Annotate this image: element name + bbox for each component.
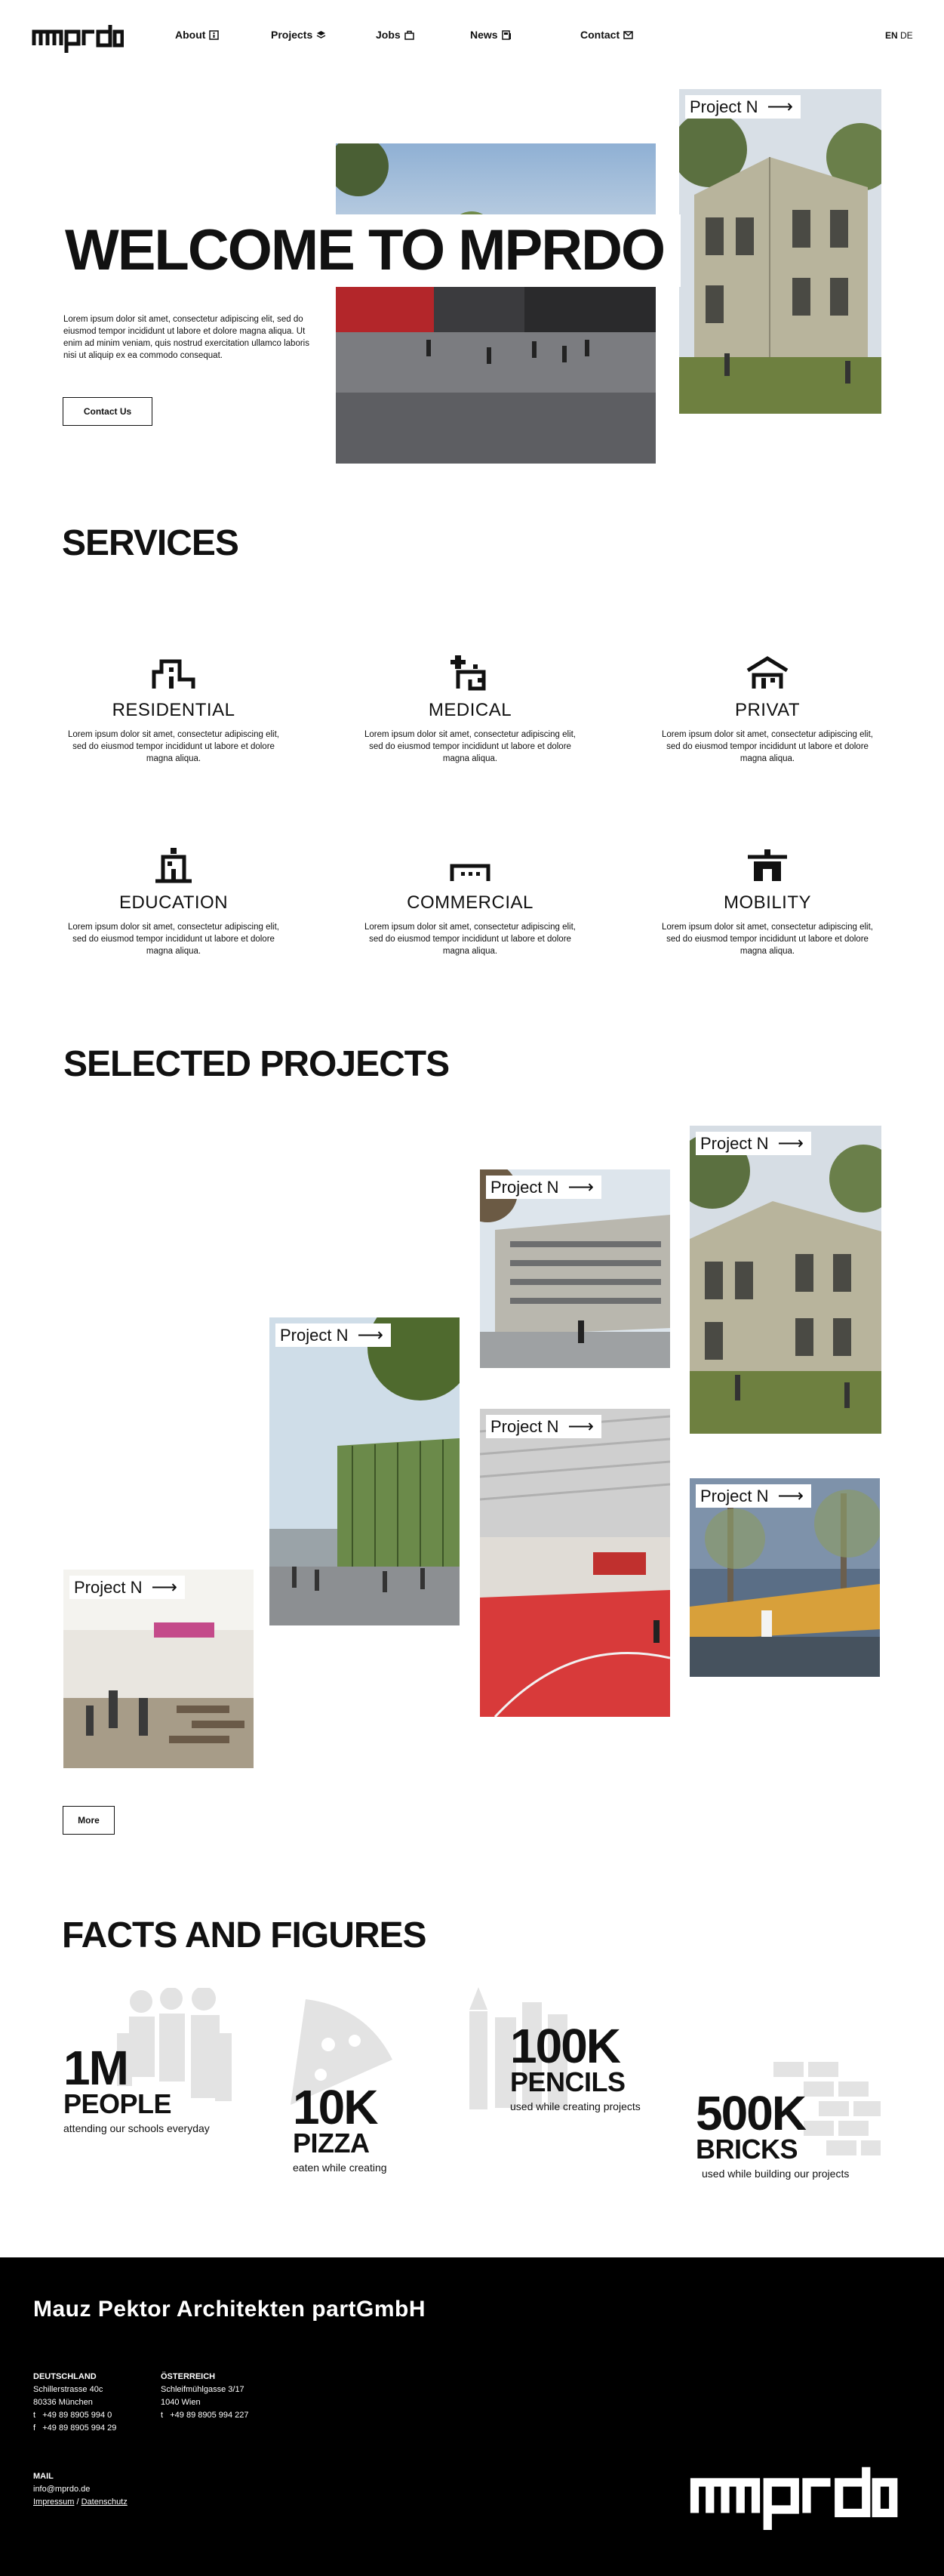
project-label[interactable]: Project N ⟶ (275, 1323, 391, 1347)
service-residential: RESIDENTIAL Lorem ipsum dolor sit amet, … (60, 654, 287, 765)
commercial-icon (450, 864, 490, 881)
lang-de[interactable]: DE (900, 30, 913, 41)
medical-icon (450, 655, 486, 691)
service-medical: MEDICAL Lorem ipsum dolor sit amet, cons… (357, 654, 583, 765)
fact-pencils: 100K PENCILS used while creating project… (510, 2019, 641, 2112)
project-card[interactable]: Project N ⟶ (269, 1317, 460, 1625)
arrow-right-icon: ⟶ (567, 1177, 594, 1197)
project-label[interactable]: Project N ⟶ (696, 1132, 811, 1155)
project-label[interactable]: Project N ⟶ (696, 1484, 811, 1508)
arrow-right-icon: ⟶ (567, 1416, 594, 1437)
nav-jobs[interactable]: Jobs (376, 29, 414, 41)
nav-news[interactable]: News (470, 29, 512, 41)
datenschutz-link[interactable]: Datenschutz (81, 2497, 128, 2507)
language-switch: EN DE (885, 30, 913, 41)
hero-text: Lorem ipsum dolor sit amet, consectetur … (63, 315, 309, 360)
footer-mail-block: MAIL info@mprdo.de Impressum / Datenschu… (33, 2472, 128, 2507)
arrow-right-icon: ⟶ (777, 1486, 804, 1506)
service-privat: PRIVAT Lorem ipsum dolor sit amet, conse… (654, 654, 881, 765)
hero-title: WELCOME TO MPRDO (62, 214, 681, 287)
arrow-right-icon: ⟶ (767, 97, 793, 117)
arrow-right-icon: ⟶ (151, 1577, 177, 1598)
service-mobility: MOBILITY Lorem ipsum dolor sit amet, con… (654, 846, 881, 957)
selected-projects-title: SELECTED PROJECTS (63, 1044, 450, 1084)
education-icon (155, 848, 192, 883)
fact-people: 1M PEOPLE attending our schools everyday (63, 2041, 210, 2134)
phone-de[interactable]: +49 89 8905 994 0 (42, 2411, 112, 2420)
arrow-right-icon: ⟶ (777, 1133, 804, 1154)
residential-icon (152, 659, 195, 689)
impressum-link[interactable]: Impressum (33, 2497, 74, 2507)
layers-icon (316, 30, 326, 39)
mprdo-logo-footer: mprdo (690, 2462, 898, 2530)
address-austria: ÖSTERREICH Schleifmühlgasse 3/17 1040 Wi… (161, 2372, 249, 2420)
services-title: SERVICES (62, 523, 239, 563)
project-label[interactable]: Project N ⟶ (486, 1176, 601, 1199)
project-label[interactable]: Project N ⟶ (685, 95, 801, 119)
nav-contact[interactable]: Contact (580, 29, 633, 41)
mail-link[interactable]: info@mprdo.de (33, 2485, 90, 2494)
project-card[interactable]: Project N ⟶ (690, 1478, 880, 1677)
project-card[interactable]: Project N ⟶ (63, 1570, 254, 1768)
mprdo-logo[interactable]: mprdo (32, 23, 124, 53)
mobility-icon (748, 849, 787, 881)
hero-image-building[interactable]: Project N ⟶ (679, 89, 881, 414)
footer: Mauz Pektor Architekten partGmbH DEUTSCH… (0, 2257, 944, 2576)
project-label[interactable]: Project N ⟶ (486, 1415, 601, 1438)
fax-de: +49 89 8905 994 29 (42, 2423, 117, 2433)
more-button[interactable]: More (63, 1806, 115, 1835)
project-card[interactable]: Project N ⟶ (480, 1169, 670, 1368)
info-icon (209, 29, 220, 40)
company-name: Mauz Pektor Architekten partGmbH (33, 2297, 426, 2322)
facts-title: FACTS AND FIGURES (62, 1915, 427, 1955)
service-education: EDUCATION Lorem ipsum dolor sit amet, co… (60, 846, 287, 957)
fact-pizza: 10K PIZZA eaten while creating (293, 2080, 387, 2174)
project-card[interactable]: Project N ⟶ (480, 1409, 670, 1717)
service-commercial: COMMERCIAL Lorem ipsum dolor sit amet, c… (357, 846, 583, 957)
house-icon (746, 656, 789, 689)
contact-us-button[interactable]: Contact Us (63, 397, 152, 426)
project-card[interactable]: Project N ⟶ (690, 1126, 881, 1434)
newspaper-icon (501, 29, 511, 40)
bag-icon (404, 30, 414, 40)
mail-icon (623, 30, 633, 39)
arrow-right-icon: ⟶ (357, 1325, 383, 1345)
phone-at[interactable]: +49 89 8905 994 227 (170, 2411, 248, 2420)
fact-bricks: 500K BRICKS used while building our proj… (696, 2086, 850, 2180)
nav-projects[interactable]: Projects (271, 29, 326, 41)
svg-text:mprdo: mprdo (690, 2462, 695, 2463)
lang-en[interactable]: EN (885, 30, 898, 41)
hero-image-plaza (336, 143, 656, 464)
project-label[interactable]: Project N ⟶ (69, 1576, 185, 1599)
nav-about[interactable]: About (175, 29, 220, 41)
address-germany: DEUTSCHLAND Schillerstrasse 40c 80336 Mü… (33, 2372, 117, 2433)
